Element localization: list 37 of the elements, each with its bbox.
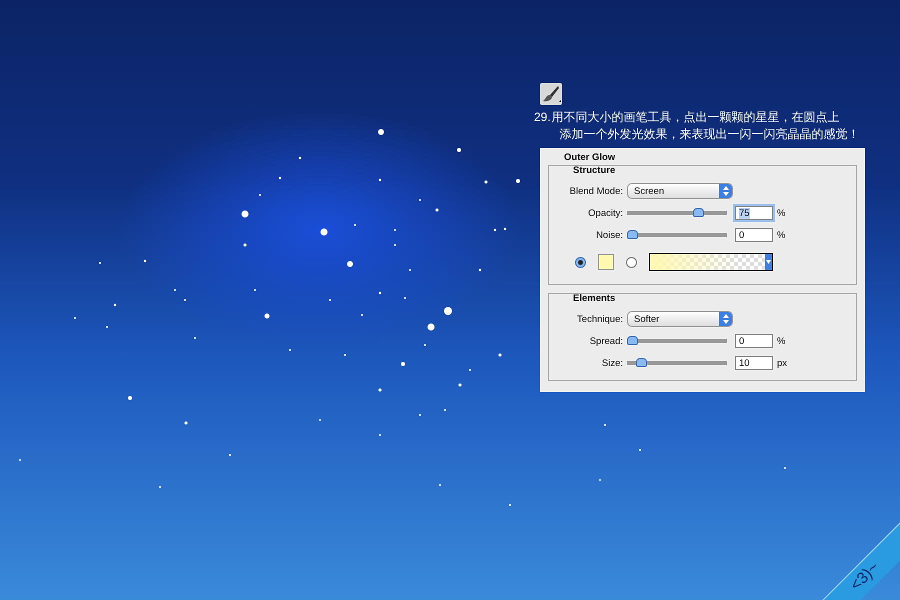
field-label: Opacity: bbox=[587, 208, 623, 218]
field-label: Size: bbox=[600, 358, 623, 368]
unit-label: % bbox=[777, 230, 786, 240]
value-field[interactable]: 0 bbox=[735, 228, 773, 242]
dropdown[interactable]: Softer bbox=[627, 311, 733, 327]
radio-button[interactable] bbox=[575, 256, 586, 268]
stepper-icon bbox=[719, 184, 732, 198]
stepper-icon bbox=[719, 312, 732, 326]
instruction-text: 用不同大小的画笔工具，点出一颗颗的星星，在圆点上 bbox=[552, 109, 841, 126]
brush-icon bbox=[540, 83, 562, 105]
slider-thumb[interactable] bbox=[627, 230, 638, 239]
slider-thumb[interactable] bbox=[636, 358, 647, 367]
field-label: Technique: bbox=[576, 314, 623, 324]
slider[interactable] bbox=[627, 230, 727, 240]
slider-thumb[interactable] bbox=[693, 208, 704, 217]
unit-label: px bbox=[777, 358, 788, 368]
slider[interactable] bbox=[627, 336, 727, 346]
unit-label: % bbox=[777, 336, 786, 346]
unit-label: % bbox=[777, 208, 786, 218]
slider-thumb[interactable] bbox=[627, 336, 638, 345]
value-field[interactable]: 10 bbox=[735, 356, 773, 370]
gradient-picker[interactable] bbox=[649, 253, 773, 271]
radio-button[interactable] bbox=[626, 256, 637, 268]
group-title: Elements bbox=[573, 293, 616, 304]
value-field[interactable]: 0 bbox=[735, 334, 773, 348]
step-number: 29. bbox=[534, 109, 551, 126]
page-number: <3)~ bbox=[847, 558, 884, 595]
dropdown[interactable]: Screen bbox=[627, 183, 733, 199]
color-swatch[interactable] bbox=[598, 254, 614, 270]
field-label: Blend Mode: bbox=[568, 186, 623, 196]
caret-icon bbox=[765, 254, 772, 270]
group-title: Structure bbox=[573, 165, 616, 176]
field-label: Spread: bbox=[588, 336, 623, 346]
field-label: Noise: bbox=[595, 230, 623, 240]
value-field[interactable]: 75 bbox=[735, 206, 773, 220]
instruction-text: 添加一个外发光效果，来表现出一闪一闪亮晶晶的感觉！ bbox=[560, 126, 860, 143]
panel-title: Outer Glow bbox=[564, 152, 616, 163]
